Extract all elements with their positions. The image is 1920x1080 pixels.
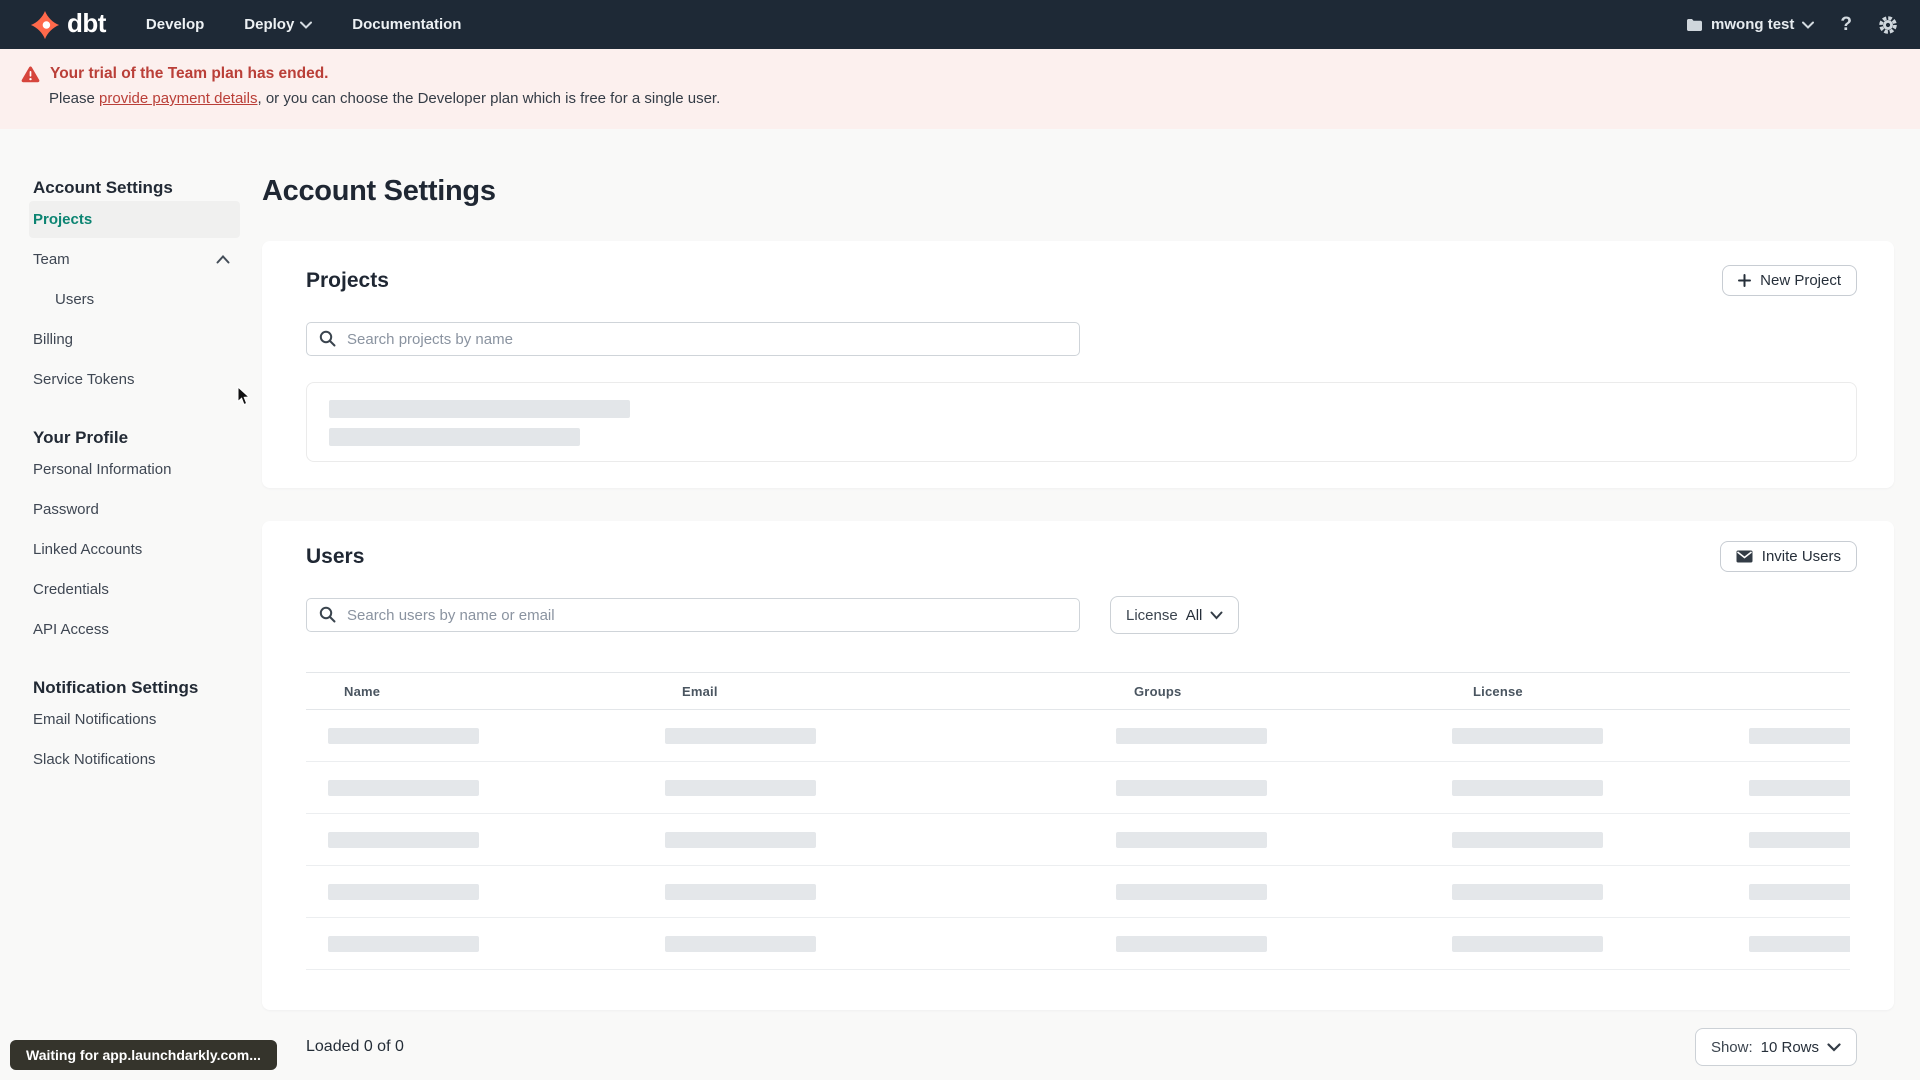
new-project-button[interactable]: New Project [1722,265,1857,296]
chevron-down-icon [300,21,313,29]
users-title: Users [306,544,365,568]
license-filter-dropdown[interactable]: License All [1110,596,1240,634]
page-title: Account Settings [262,175,496,207]
skeleton-table-row [306,918,1850,970]
gear-icon[interactable] [1878,15,1898,35]
users-table-header: Name Email Groups License [306,672,1850,710]
trial-ended-banner: Your trial of the Team plan has ended. P… [0,49,1920,129]
sidebar-title: Account Settings [33,178,173,197]
provide-payment-details-link[interactable]: provide payment details [99,90,257,107]
skeleton-table-row [306,710,1850,762]
sidebar-item-password[interactable]: Password [29,491,240,528]
nav-link-deploy[interactable]: Deploy [244,16,313,33]
sidebar-item-projects[interactable]: Projects [29,201,240,238]
top-navbar: dbt Develop Deploy Documentation mwong t… [0,0,1920,49]
sidebar-item-email-notifications[interactable]: Email Notifications [29,701,240,738]
column-header-name: Name [344,684,381,699]
column-header-email: Email [682,684,718,699]
sidebar-item-slack-notifications[interactable]: Slack Notifications [29,741,240,778]
account-name: mwong test [1711,16,1795,33]
search-icon [319,606,336,623]
settings-sidebar: Account Settings Projects Team Users Bil… [29,178,240,778]
chevron-up-icon [216,255,230,264]
sidebar-item-service-tokens[interactable]: Service Tokens [29,361,240,398]
sidebar-item-api-access[interactable]: API Access [29,611,240,648]
help-icon[interactable]: ? [1840,14,1852,36]
sidebar-item-linked-accounts[interactable]: Linked Accounts [29,531,240,568]
sidebar-item-credentials[interactable]: Credentials [29,571,240,608]
sidebar-item-personal-information[interactable]: Personal Information [29,451,240,488]
search-icon [319,330,336,347]
projects-title: Projects [306,268,389,292]
brand-text: dbt [67,8,106,38]
browser-status-bar: Waiting for app.launchdarkly.com... [10,1040,277,1070]
banner-title: Your trial of the Team plan has ended. [50,65,329,82]
users-table: Name Email Groups License [306,672,1850,1010]
navbar-right: mwong test ? [1686,14,1898,36]
envelope-icon [1736,550,1753,563]
account-switcher[interactable]: mwong test [1686,16,1815,33]
chevron-down-icon [1210,611,1223,620]
nav-link-develop[interactable]: Develop [146,16,204,33]
projects-search-input[interactable] [306,322,1080,356]
users-card: Users Invite Users Search users by name … [262,521,1894,1010]
skeleton-table-row [306,866,1850,918]
chevron-down-icon [1827,1042,1841,1052]
nav-link-documentation[interactable]: Documentation [352,16,461,33]
dbt-logo-icon [30,10,60,40]
warning-icon [21,65,40,83]
users-search-input[interactable] [306,598,1080,632]
column-header-groups: Groups [1134,684,1182,699]
skeleton-table-row [306,762,1850,814]
projects-card: Projects New Project [262,241,1894,488]
column-header-license: License [1473,684,1523,699]
projects-loading-panel [306,382,1857,462]
sidebar-profile-title: Your Profile [33,428,129,447]
nav-links: Develop Deploy Documentation [146,16,462,33]
invite-users-button[interactable]: Invite Users [1719,541,1857,572]
banner-body: Please provide payment details, or you c… [49,90,721,107]
show-rows-dropdown[interactable]: Show: 10 Rows [1694,1028,1857,1066]
sidebar-notification-title: Notification Settings [33,678,199,697]
skeleton-bar [329,428,580,446]
sidebar-item-users[interactable]: Users [29,281,240,318]
plus-icon [1738,274,1752,287]
loaded-count-text: Loaded 0 of 0 [306,1038,404,1055]
skeleton-bar [329,400,630,418]
sidebar-item-team[interactable]: Team [29,241,240,278]
chevron-down-icon [1802,21,1815,29]
mouse-cursor [237,386,252,406]
sidebar-item-billing[interactable]: Billing [29,321,240,358]
folder-icon [1686,18,1703,32]
skeleton-table-row [306,814,1850,866]
dbt-logo[interactable]: dbt [30,10,106,40]
